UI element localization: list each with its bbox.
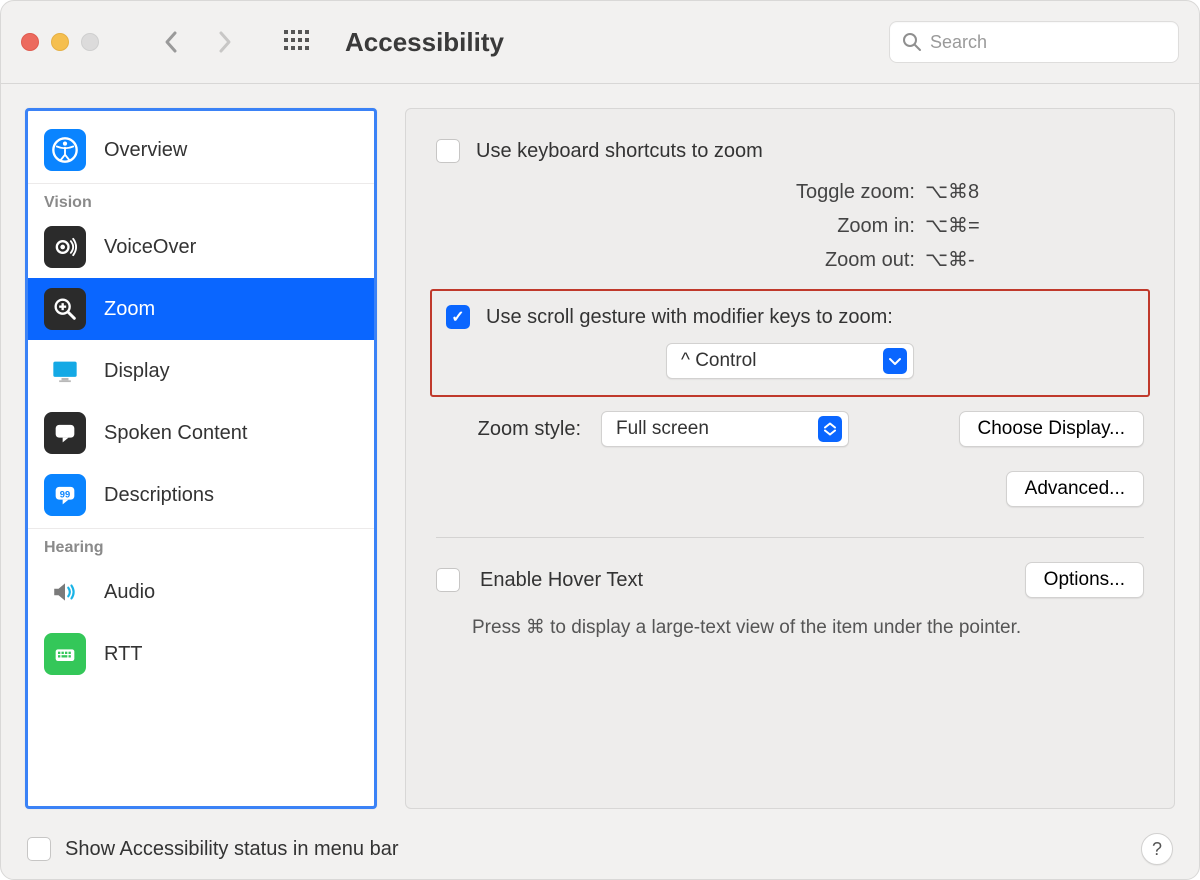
voiceover-icon (44, 226, 86, 268)
back-button[interactable] (147, 22, 195, 62)
scroll-gesture-highlight: Use scroll gesture with modifier keys to… (430, 289, 1150, 397)
toolbar: Accessibility (1, 1, 1199, 83)
sidebar-item-label: VoiceOver (104, 236, 196, 259)
svg-text:99: 99 (60, 489, 70, 499)
search-field[interactable] (889, 21, 1179, 63)
footer: Show Accessibility status in menu bar ? (1, 819, 1199, 879)
stepper-icon (818, 416, 842, 442)
chevron-down-icon (883, 348, 907, 374)
toggle-zoom-value: ⌥⌘8 (925, 175, 1015, 209)
sidebar-item-label: Spoken Content (104, 422, 247, 445)
sidebar-item-zoom[interactable]: Zoom (28, 278, 374, 340)
sidebar-heading-vision: Vision (28, 186, 374, 216)
sidebar-item-descriptions[interactable]: 99 Descriptions (28, 464, 374, 526)
zoom-style-label: Zoom style: (436, 418, 581, 441)
settings-pane: Use keyboard shortcuts to zoom Toggle zo… (405, 108, 1175, 809)
modifier-key-select[interactable]: ^ Control (666, 343, 914, 379)
display-icon (44, 350, 86, 392)
forward-button[interactable] (201, 22, 249, 62)
keyboard-shortcuts-label: Use keyboard shortcuts to zoom (476, 140, 763, 163)
window-controls (21, 33, 99, 51)
sidebar-item-spoken-content[interactable]: Spoken Content (28, 402, 374, 464)
advanced-button[interactable]: Advanced... (1006, 471, 1144, 507)
hover-text-description: Press ⌘ to display a large-text view of … (472, 616, 1144, 639)
category-sidebar: Overview Vision VoiceOver Zoom (25, 108, 377, 809)
zoom-window-button[interactable] (81, 33, 99, 51)
zoom-style-select[interactable]: Full screen (601, 411, 849, 447)
chevron-left-icon (163, 30, 179, 54)
chevron-right-icon (217, 30, 233, 54)
zoom-icon (44, 288, 86, 330)
close-window-button[interactable] (21, 33, 39, 51)
show-all-button[interactable] (277, 22, 317, 62)
zoom-out-label: Zoom out: (565, 243, 925, 277)
status-menu-bar-checkbox[interactable] (27, 837, 51, 861)
sidebar-item-overview[interactable]: Overview (28, 119, 374, 181)
status-menu-bar-label: Show Accessibility status in menu bar (65, 838, 399, 861)
scroll-gesture-checkbox[interactable] (446, 305, 470, 329)
zoom-in-label: Zoom in: (565, 209, 925, 243)
hover-options-button[interactable]: Options... (1025, 562, 1144, 598)
help-icon: ? (1152, 839, 1162, 860)
zoom-out-value: ⌥⌘- (925, 243, 1015, 277)
sidebar-item-voiceover[interactable]: VoiceOver (28, 216, 374, 278)
minimize-window-button[interactable] (51, 33, 69, 51)
search-input[interactable] (930, 32, 1166, 53)
sidebar-item-label: Overview (104, 139, 187, 162)
rtt-icon (44, 633, 86, 675)
sidebar-item-label: Zoom (104, 298, 155, 321)
spoken-content-icon (44, 412, 86, 454)
sidebar-heading-hearing: Hearing (28, 531, 374, 561)
sidebar-item-rtt[interactable]: RTT (28, 623, 374, 685)
hover-text-label: Enable Hover Text (480, 569, 643, 592)
hover-text-checkbox[interactable] (436, 568, 460, 592)
modifier-key-value: ^ Control (681, 350, 875, 372)
grid-icon (284, 30, 310, 54)
keyboard-shortcuts-checkbox[interactable] (436, 139, 460, 163)
sidebar-item-label: Display (104, 360, 170, 383)
help-button[interactable]: ? (1141, 833, 1173, 865)
sidebar-item-audio[interactable]: Audio (28, 561, 374, 623)
sidebar-item-label: Audio (104, 581, 155, 604)
descriptions-icon: 99 (44, 474, 86, 516)
divider (436, 537, 1144, 538)
pane-title: Accessibility (345, 27, 504, 58)
sidebar-item-label: Descriptions (104, 484, 214, 507)
accessibility-icon (44, 129, 86, 171)
toggle-zoom-label: Toggle zoom: (565, 175, 925, 209)
sidebar-item-label: RTT (104, 643, 143, 666)
keyboard-shortcut-list: Toggle zoom:⌥⌘8 Zoom in:⌥⌘= Zoom out:⌥⌘- (436, 175, 1144, 277)
keyboard-shortcuts-row: Use keyboard shortcuts to zoom (436, 139, 1144, 163)
zoom-style-value: Full screen (616, 418, 810, 440)
nav-buttons (147, 22, 249, 62)
audio-icon (44, 571, 86, 613)
scroll-gesture-label: Use scroll gesture with modifier keys to… (486, 306, 893, 329)
scroll-gesture-row: Use scroll gesture with modifier keys to… (446, 305, 1134, 329)
search-icon (902, 32, 922, 52)
sidebar-item-display[interactable]: Display (28, 340, 374, 402)
choose-display-button[interactable]: Choose Display... (959, 411, 1145, 447)
zoom-in-value: ⌥⌘= (925, 209, 1015, 243)
system-preferences-window: Accessibility Overview Vision (0, 0, 1200, 880)
